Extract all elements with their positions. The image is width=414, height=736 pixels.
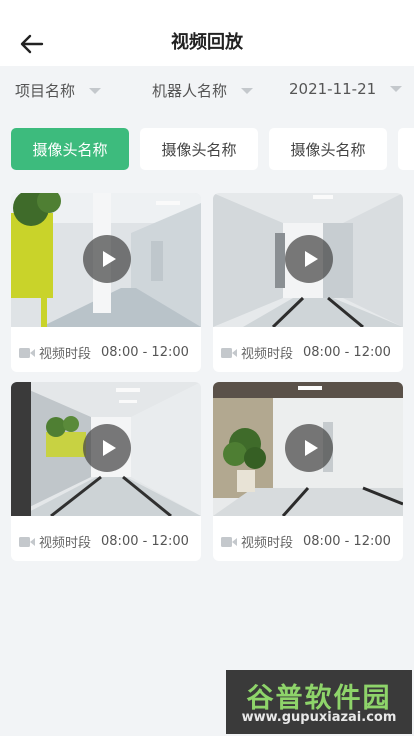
video-period-label: 视频时段 xyxy=(241,347,294,362)
video-camera-icon xyxy=(221,536,237,547)
video-thumbnail xyxy=(213,382,403,516)
play-button[interactable] xyxy=(285,424,333,472)
video-card[interactable]: 视频时段 08:00 - 12:00 xyxy=(213,193,403,372)
video-period-label: 视频时段 xyxy=(39,347,92,362)
video-period-label: 视频时段 xyxy=(241,536,294,551)
date-filter-dropdown[interactable]: 2021-11-21 xyxy=(289,80,403,98)
site-watermark: 谷普软件园 www.gupuxiazai.com xyxy=(226,670,412,734)
video-meta: 视频时段 08:00 - 12:00 xyxy=(19,343,189,362)
video-camera-icon xyxy=(221,347,237,358)
camera-tab[interactable]: 摄像头名称 xyxy=(11,128,129,170)
play-button[interactable] xyxy=(83,235,131,283)
caret-down-icon xyxy=(241,87,254,94)
caret-down-icon xyxy=(89,87,102,94)
video-time-range: 08:00 - 12:00 xyxy=(101,534,189,549)
video-thumbnail xyxy=(213,193,403,327)
video-meta: 视频时段 08:00 - 12:00 xyxy=(19,532,189,551)
robot-filter-label: 机器人名称 xyxy=(152,82,228,100)
video-period-label: 视频时段 xyxy=(39,536,92,551)
video-card[interactable]: 视频时段 08:00 - 12:00 xyxy=(11,382,201,561)
page-title: 视频回放 xyxy=(171,32,243,53)
camera-tab[interactable] xyxy=(398,128,414,170)
video-time-range: 08:00 - 12:00 xyxy=(303,534,391,549)
camera-tab[interactable]: 摄像头名称 xyxy=(140,128,258,170)
filter-bar: 项目名称 机器人名称 2021-11-21 xyxy=(0,66,414,118)
video-thumbnail xyxy=(11,382,201,516)
video-thumbnail xyxy=(11,193,201,327)
robot-filter-dropdown[interactable]: 机器人名称 xyxy=(152,80,254,101)
video-camera-icon xyxy=(19,347,35,358)
play-button[interactable] xyxy=(285,235,333,283)
app-header: 视频回放 xyxy=(0,0,414,66)
caret-down-icon xyxy=(390,86,403,92)
video-meta: 视频时段 08:00 - 12:00 xyxy=(221,343,391,362)
video-camera-icon xyxy=(19,536,35,547)
video-time-range: 08:00 - 12:00 xyxy=(101,345,189,360)
date-filter-label: 2021-11-21 xyxy=(289,80,377,98)
video-meta: 视频时段 08:00 - 12:00 xyxy=(221,532,391,551)
video-card[interactable]: 视频时段 08:00 - 12:00 xyxy=(11,193,201,372)
project-filter-dropdown[interactable]: 项目名称 xyxy=(15,80,102,101)
watermark-url: www.gupuxiazai.com xyxy=(241,710,397,725)
video-card[interactable]: 视频时段 08:00 - 12:00 xyxy=(213,382,403,561)
video-time-range: 08:00 - 12:00 xyxy=(303,345,391,360)
camera-tab[interactable]: 摄像头名称 xyxy=(269,128,387,170)
project-filter-label: 项目名称 xyxy=(15,82,76,100)
play-button[interactable] xyxy=(83,424,131,472)
camera-tabs: 摄像头名称 摄像头名称 摄像头名称 xyxy=(0,128,414,172)
